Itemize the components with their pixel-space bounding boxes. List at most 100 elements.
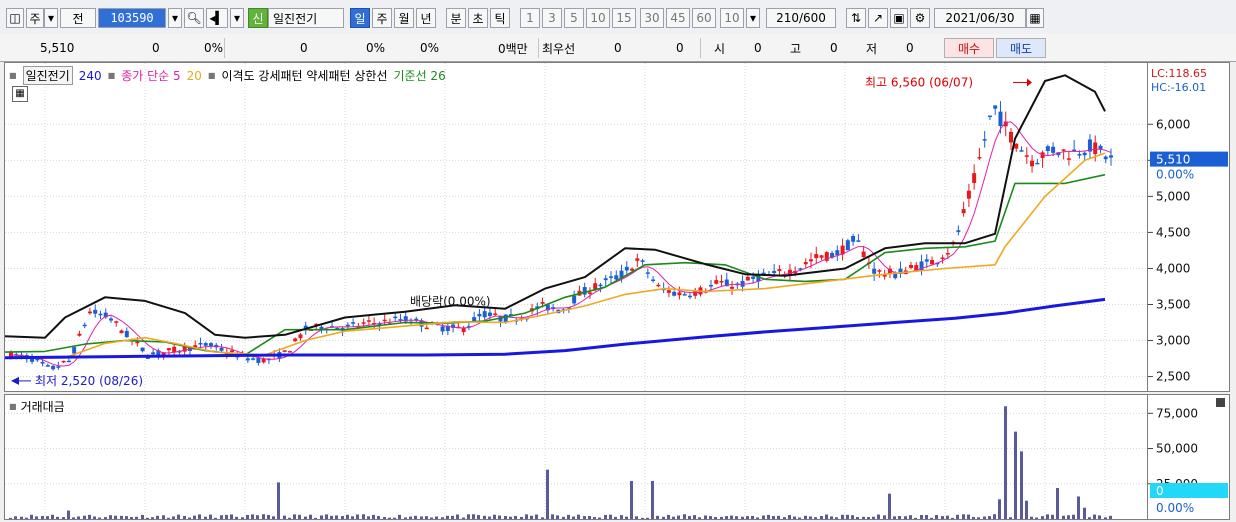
volume-bar [262, 514, 265, 519]
candle-body [751, 276, 756, 279]
volume-bar [914, 517, 917, 519]
chevron-down-icon[interactable]: ▾ [44, 8, 58, 28]
volume-bar [483, 515, 486, 519]
period-button[interactable]: 초 [468, 8, 488, 28]
market-select[interactable]: 주 [26, 8, 44, 28]
candle-body [998, 111, 1003, 127]
volume-bar [830, 516, 833, 519]
candle-body [1019, 150, 1024, 152]
legend-ma240[interactable]: 240 [79, 69, 102, 83]
legend-indicators[interactable]: 이격도 강세패턴 약세패턴 상한선 [221, 67, 387, 84]
count-field[interactable]: 210/600 [766, 8, 836, 28]
volume-bar [477, 515, 480, 519]
period-button[interactable]: 월 [394, 8, 414, 28]
high-annotation: 최고 6,560 (06/07) [865, 75, 973, 89]
candle-body [261, 358, 266, 363]
candle-body [287, 351, 292, 353]
date-field[interactable]: 2021/06/30 [934, 8, 1026, 28]
candle-body [572, 295, 577, 304]
volume-bar [809, 516, 812, 519]
stock-code-input[interactable]: 103590 [98, 8, 166, 28]
interval-button[interactable]: 15 [612, 8, 636, 28]
volume-bar [867, 517, 870, 519]
save-icon[interactable]: ▣ [890, 8, 908, 28]
volume-bar [814, 517, 817, 519]
candle-body [219, 347, 224, 351]
volume-bar [456, 514, 459, 519]
interval-button[interactable]: 10 [586, 8, 610, 28]
volume-bar [120, 515, 123, 519]
interval-button[interactable]: 60 [692, 8, 716, 28]
volume-bar [1067, 515, 1070, 519]
data-table-icon[interactable]: ▦ [12, 86, 28, 102]
candle-body [945, 253, 950, 255]
period-button[interactable]: 분 [446, 8, 466, 28]
volume-bar [498, 515, 501, 519]
interval-button[interactable]: 5 [564, 8, 584, 28]
volume-bar [567, 514, 570, 519]
base-line-26 [4, 173, 1106, 356]
volume-bar [656, 515, 659, 519]
volume-bar [104, 517, 107, 519]
volume-bar [88, 514, 91, 519]
sell-button[interactable]: 매도 [996, 38, 1046, 58]
interval-button[interactable]: 30 [640, 8, 664, 28]
volume-bar [198, 514, 201, 519]
volume-bar [641, 517, 644, 519]
volume-bar [951, 517, 954, 519]
candle-body [1051, 146, 1056, 153]
interval-button[interactable]: 1 [520, 8, 540, 28]
n10-button[interactable]: 10 [720, 8, 744, 28]
volume-bar [109, 515, 112, 519]
new-badge[interactable]: 신 [248, 8, 268, 28]
candle-body [730, 286, 735, 289]
interval-button[interactable]: 3 [542, 8, 562, 28]
speaker-dropdown-icon[interactable]: ▾ [230, 8, 244, 28]
window-menu-icon[interactable]: ◫ [6, 8, 24, 28]
minimize-icon[interactable] [1216, 398, 1225, 407]
high-value: 0 [830, 41, 838, 55]
volume-bar [309, 514, 312, 519]
interval-button[interactable]: 45 [666, 8, 690, 28]
gear-icon[interactable]: ⚙ [910, 8, 930, 28]
volume-bar [635, 516, 638, 519]
y-tick-label: 6,000 [1156, 117, 1190, 131]
y-tick-label: 3,000 [1156, 334, 1190, 348]
candle-body [493, 313, 498, 315]
volume-bar [609, 514, 612, 519]
volume-chart[interactable] [5, 395, 1147, 519]
all-button[interactable]: 전 [60, 8, 96, 28]
legend-base-line[interactable]: 기준선 26 [394, 67, 446, 84]
stock-name-field[interactable]: 일진전기 [268, 8, 344, 28]
period-button[interactable]: 일 [350, 8, 370, 28]
calendar-icon[interactable]: ▦ [1026, 8, 1044, 28]
buy-button[interactable]: 매수 [944, 38, 994, 58]
n-dropdown-icon[interactable]: ▾ [746, 8, 760, 28]
divider [538, 38, 539, 58]
low-value: 0 [906, 41, 914, 55]
volume-title[interactable]: 거래대금 [21, 398, 65, 415]
period-button[interactable]: 틱 [490, 8, 510, 28]
legend-ma20[interactable]: 20 [187, 69, 202, 83]
last-volume-pct: 0.00% [1156, 501, 1194, 515]
volume-bar [1104, 517, 1107, 519]
volume-chart-panel[interactable]: ■ 거래대금 [4, 394, 1148, 520]
legend-ma5[interactable]: 종가 단순 5 [121, 67, 180, 84]
indicator-icon[interactable]: ⇅ [846, 8, 866, 28]
period-button[interactable]: 주 [372, 8, 392, 28]
best-label: 최우선 [542, 41, 576, 56]
speaker-icon[interactable]: ◂▍ [206, 8, 228, 28]
code-dropdown-icon[interactable]: ▾ [168, 8, 182, 28]
volume-bar [83, 515, 86, 519]
volume-bar [383, 517, 386, 519]
legend-square-icon: ■ [107, 71, 116, 80]
period-button[interactable]: 년 [416, 8, 436, 28]
price-chart[interactable]: 최고 6,560 (06/07) 최저 2,520 (08/26) 배당락(0.00… [4, 63, 1147, 391]
candle-body [119, 330, 124, 334]
candle-body [719, 281, 724, 283]
quote-price: 5,510 [40, 41, 75, 55]
search-icon[interactable]: 🔍︎ [184, 8, 204, 28]
draw-icon[interactable]: ↗ [868, 8, 888, 28]
legend-stock-name[interactable]: 일진전기 [22, 66, 73, 85]
price-chart-panel[interactable]: 최고 6,560 (06/07) 최저 2,520 (08/26) 배당락(0.00… [4, 62, 1148, 392]
